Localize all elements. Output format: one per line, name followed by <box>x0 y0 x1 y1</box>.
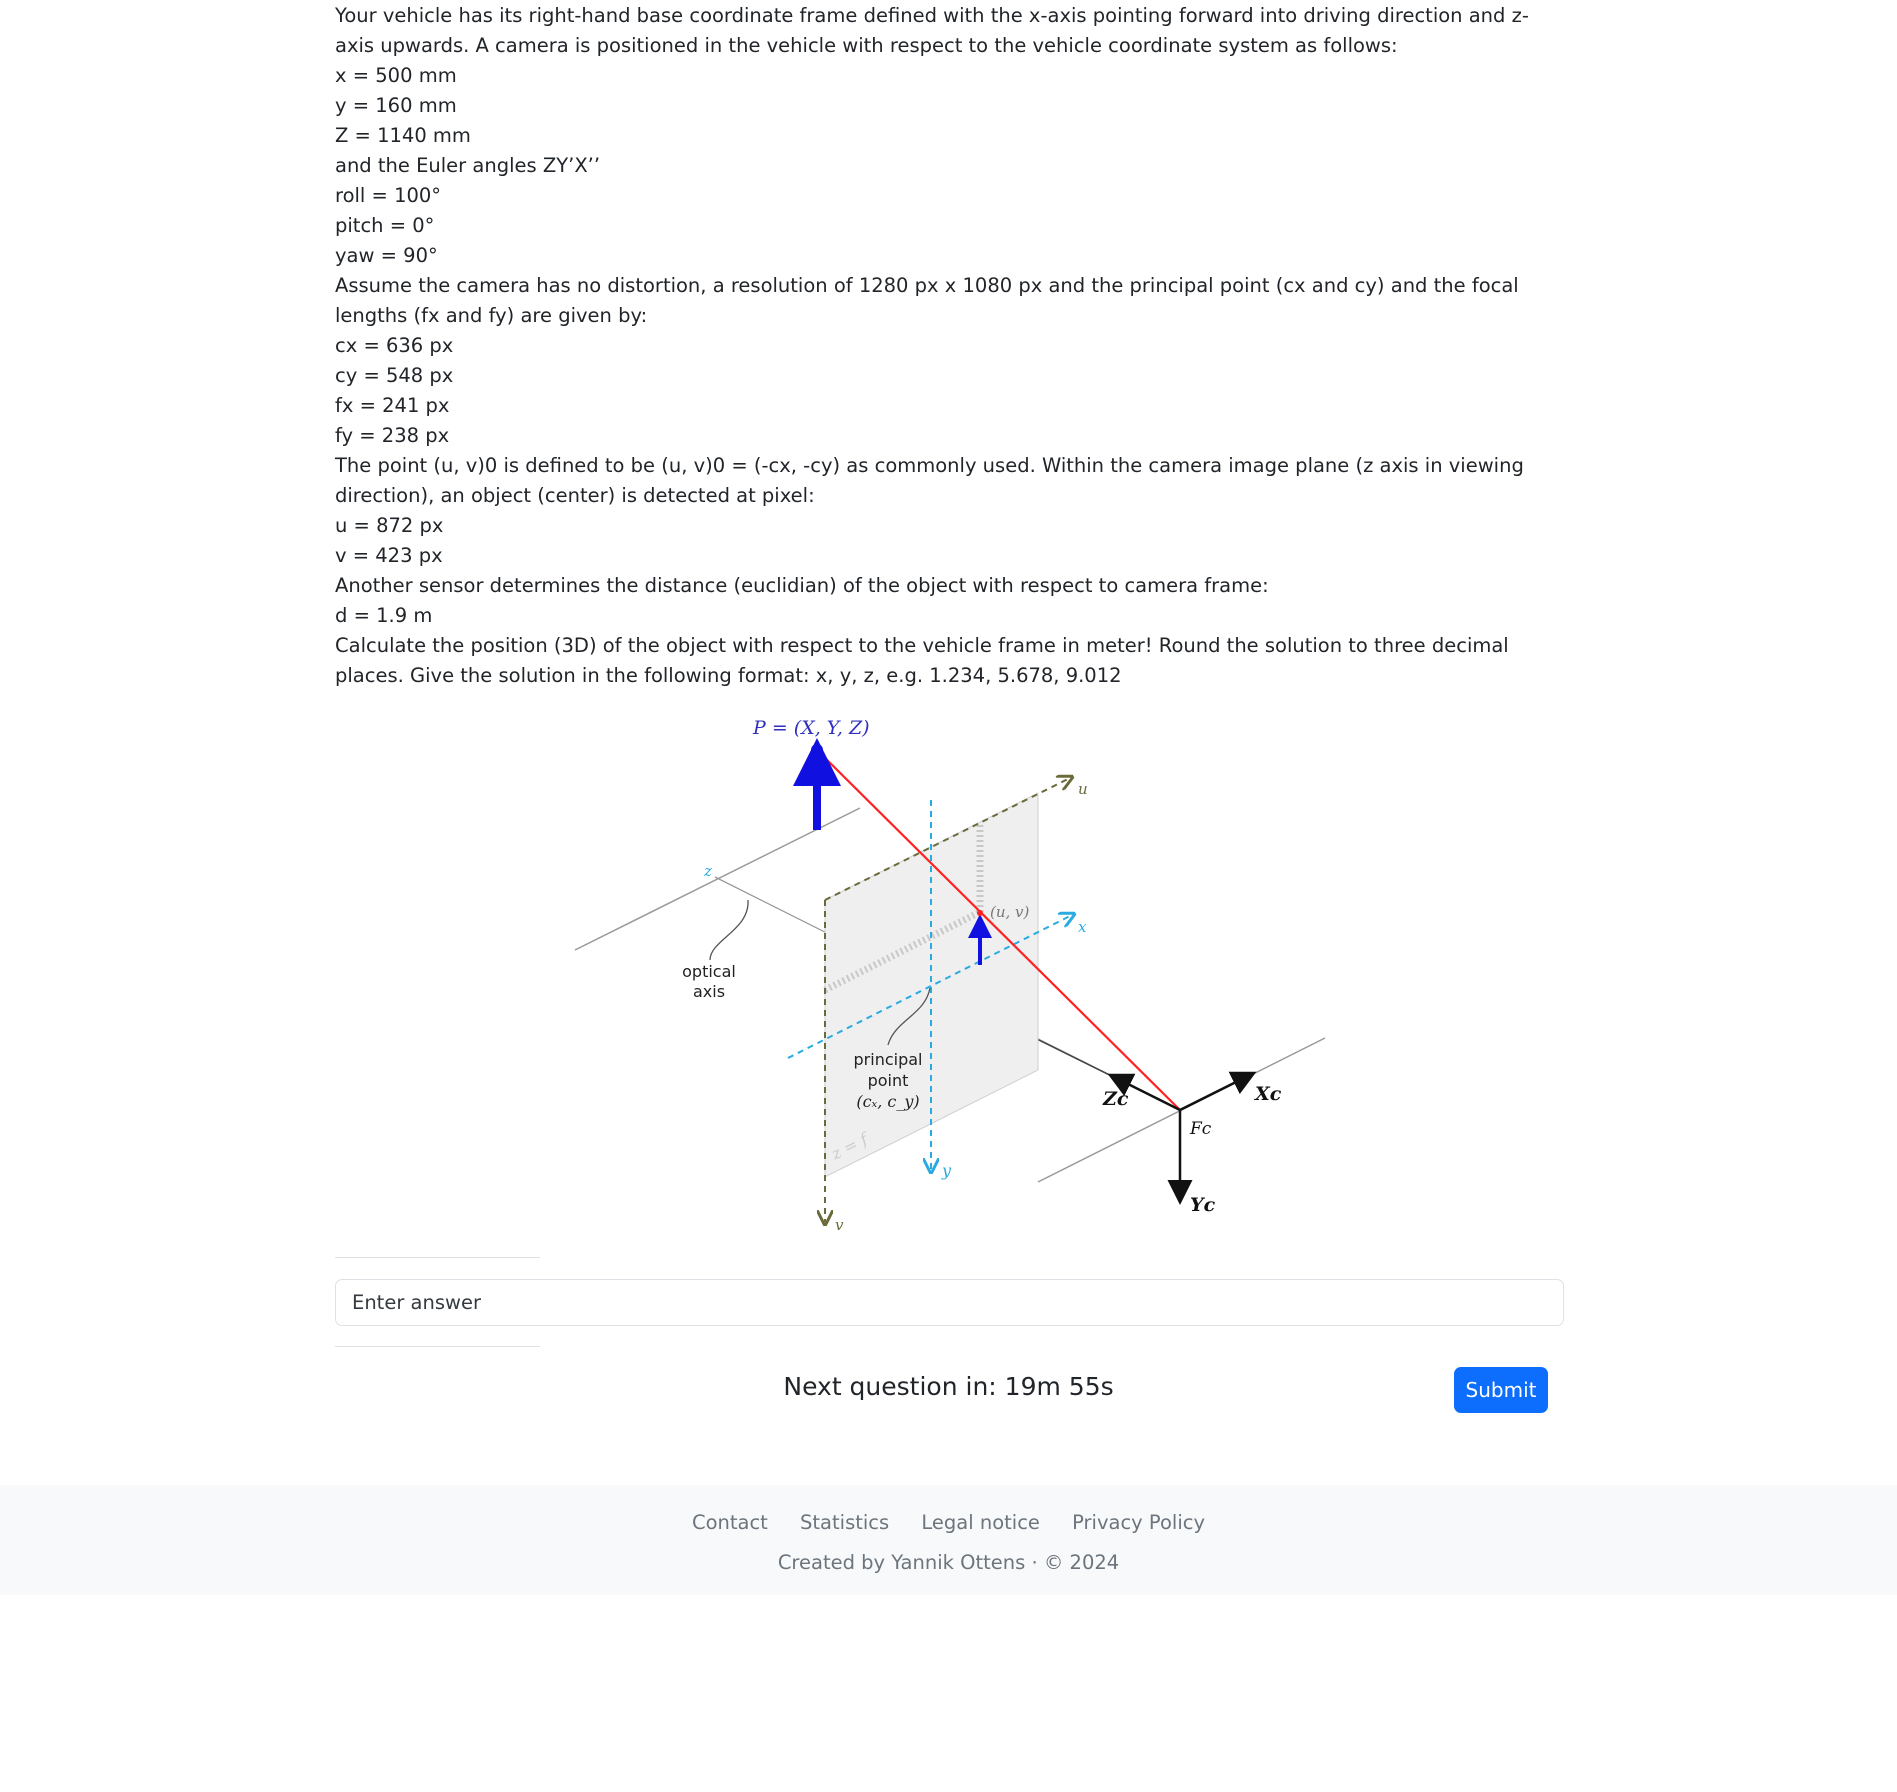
principal-point-label-2: point <box>868 1071 909 1090</box>
submit-button[interactable]: Submit <box>1454 1367 1548 1413</box>
x-label: x <box>1078 918 1087 936</box>
optical-axis-leader <box>709 899 749 961</box>
footer-link-contact[interactable]: Contact <box>692 1511 768 1534</box>
divider-top <box>335 1257 540 1258</box>
optical-axis-label-1: optical <box>682 962 736 981</box>
question-line: Assume the camera has no distortion, a r… <box>335 274 1519 327</box>
question-line: The point (u, v)0 is defined to be (u, v… <box>335 454 1524 507</box>
question-text: Your vehicle has its right-hand base coo… <box>335 1 1563 691</box>
zc-label: Zc <box>1102 1088 1129 1110</box>
question-line: x = 500 mm <box>335 64 457 87</box>
question-line: cx = 636 px <box>335 334 454 357</box>
optical-axis-label-2: axis <box>693 982 725 1001</box>
question-line: fx = 241 px <box>335 394 450 417</box>
principal-point-label-1: principal <box>854 1050 923 1069</box>
image-point <box>977 910 983 916</box>
principal-point-label-3: (cₓ, c_y) <box>856 1092 919 1111</box>
footer-copyright: Created by Yannik Ottens · © 2024 <box>777 1551 1120 1574</box>
y-label: y <box>941 1161 952 1180</box>
footer-links: Contact Statistics Legal notice Privacy … <box>0 1511 1897 1534</box>
v-label: v <box>835 1216 844 1234</box>
point-label: P = (X, Y, Z) <box>752 717 870 739</box>
answer-input[interactable] <box>335 1279 1564 1326</box>
u-label: u <box>1078 780 1088 798</box>
question-line: y = 160 mm <box>335 94 457 117</box>
question-line: yaw = 90° <box>335 244 438 267</box>
xc-axis <box>1179 1071 1257 1112</box>
divider-bottom <box>335 1346 540 1347</box>
question-line: Another sensor determines the distance (… <box>335 574 1269 597</box>
camera-projection-diagram: P = (X, Y, Z) u v x y z (u, v) optical a… <box>574 717 1326 1234</box>
question-line: Calculate the position (3D) of the objec… <box>335 634 1509 687</box>
footer-link-statistics[interactable]: Statistics <box>800 1511 889 1534</box>
question-line: u = 872 px <box>335 514 444 537</box>
fc-label: Fc <box>1189 1119 1212 1139</box>
question-line: fy = 238 px <box>335 424 450 447</box>
footer: Contact Statistics Legal notice Privacy … <box>0 1485 1897 1595</box>
question-line: d = 1.9 m <box>335 604 433 627</box>
next-question-timer: Next question in: 19m 55s <box>783 1372 1114 1401</box>
question-line: Your vehicle has its right-hand base coo… <box>335 4 1529 57</box>
object-point <box>811 744 823 756</box>
z-label: z <box>703 862 712 880</box>
footer-link-legal-notice[interactable]: Legal notice <box>921 1511 1040 1534</box>
question-line: v = 423 px <box>335 544 443 567</box>
question-line: Z = 1140 mm <box>335 124 471 147</box>
question-line: pitch = 0° <box>335 214 435 237</box>
question-line: cy = 548 px <box>335 364 454 387</box>
main-content: Your vehicle has its right-hand base coo… <box>335 0 1563 691</box>
footer-link-privacy-policy[interactable]: Privacy Policy <box>1072 1511 1205 1534</box>
question-line: roll = 100° <box>335 184 442 207</box>
xc-label: Xc <box>1254 1083 1282 1105</box>
uv-label: (u, v) <box>990 903 1030 921</box>
yc-label: Yc <box>1190 1194 1216 1216</box>
question-line: and the Euler angles ZY’X’’ <box>335 154 601 177</box>
